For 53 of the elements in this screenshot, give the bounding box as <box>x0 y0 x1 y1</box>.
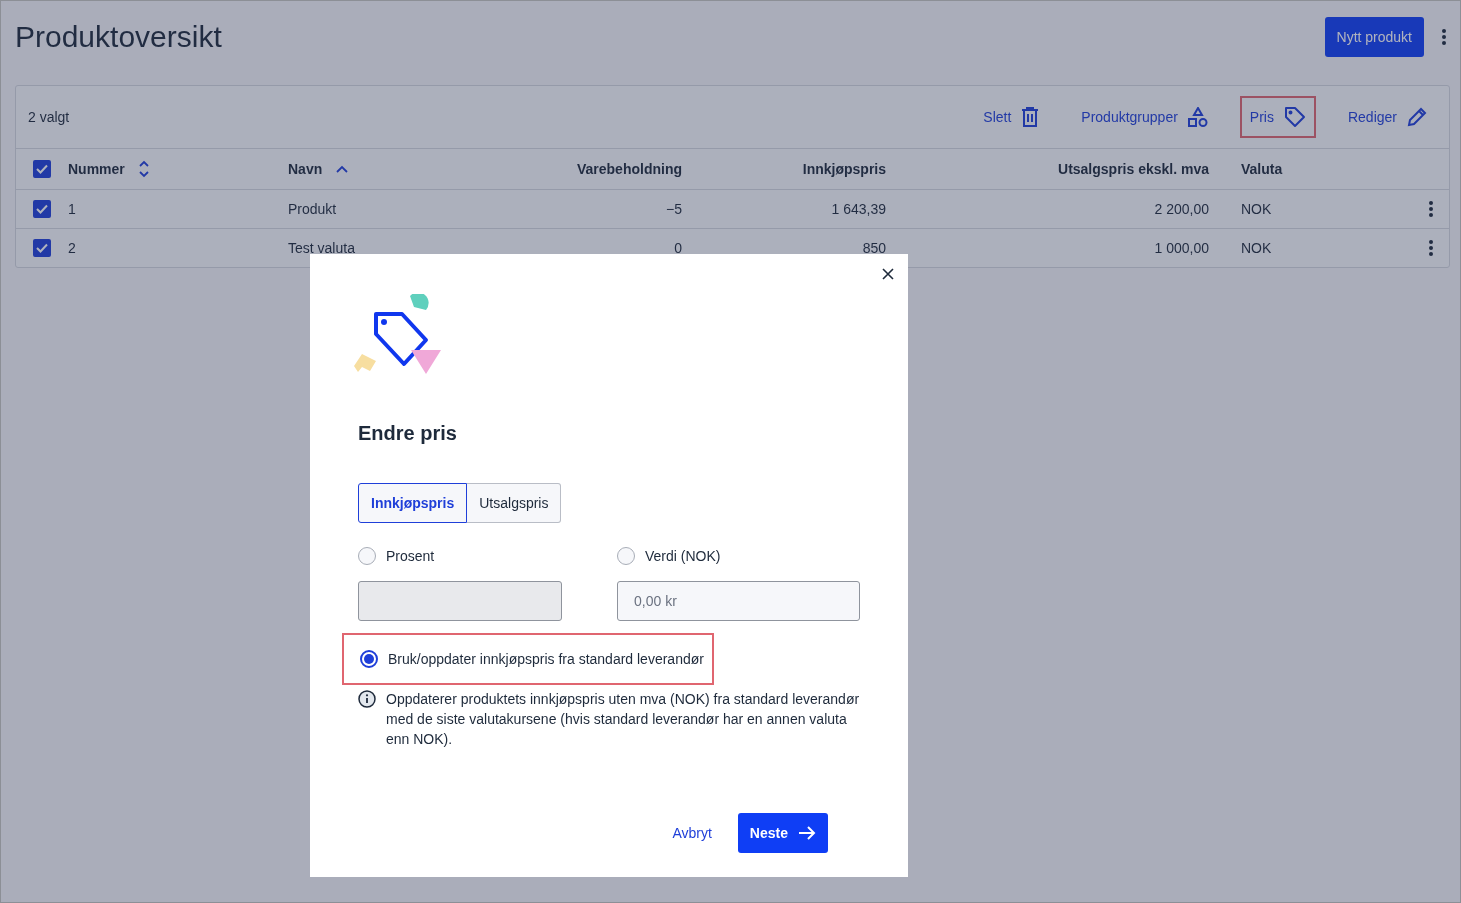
input-field[interactable]: 0,00 kr <box>617 581 860 621</box>
table-cell: 1 <box>68 202 76 216</box>
column-header: Utsalgspris ekskl. mva <box>1058 161 1209 177</box>
table-cell: 2 <box>68 241 76 255</box>
table-cell: NOK <box>1241 202 1272 216</box>
page-title: Produktoversikt <box>15 20 223 54</box>
table-cell: 2 200,00 <box>1154 202 1209 216</box>
next-button[interactable]: Neste <box>737 813 828 853</box>
toolbar-action[interactable]: Pris <box>1239 96 1316 138</box>
toolbar-action[interactable]: Rediger <box>1337 97 1437 137</box>
table-cell: 850 <box>862 241 886 255</box>
table-cell: Produkt <box>288 202 337 216</box>
column-header: Innkjøpspris <box>802 161 886 177</box>
sort-ascending-icon[interactable] <box>336 165 349 173</box>
pencil-icon <box>1407 107 1427 127</box>
new-product-button[interactable]: Nytt produkt <box>1324 17 1424 57</box>
table-cell: NOK <box>1241 241 1272 255</box>
table-cell: Test valuta <box>288 241 355 255</box>
radio-button[interactable] <box>360 650 378 668</box>
table-cell: −5 <box>666 202 682 216</box>
toolbar-action[interactable]: Produktgrupper <box>1071 96 1218 138</box>
sort-icon[interactable] <box>138 160 149 178</box>
info-text: Oppdaterer produktets innkjøpspris uten mva (NOK) fra standard leverandør med de siste valutakursene (hvis standard leverandør har en annen valuta enn NOK). <box>386 690 860 749</box>
radio-option[interactable]: Verdi (NOK) <box>617 547 860 565</box>
more-icon[interactable] <box>1442 29 1446 45</box>
arrow-right-icon <box>798 826 816 840</box>
table-cell: 1 643,39 <box>831 202 886 216</box>
tag-icon <box>1283 106 1306 128</box>
column-header: Nummer <box>68 161 125 177</box>
table-cell: 1 000,00 <box>1154 241 1209 255</box>
segment-tab[interactable]: Utsalgspris <box>467 483 562 523</box>
toolbar-action[interactable]: Slett <box>973 97 1050 137</box>
radio-button[interactable] <box>617 547 635 565</box>
table-cell: 0 <box>674 241 682 255</box>
segment-tab[interactable]: Innkjøpspris <box>358 483 468 523</box>
dialog-title: Endre pris <box>358 422 458 445</box>
shapes-icon <box>1187 106 1208 128</box>
radio-option[interactable]: Bruk/oppdater innkjøpspris fra standard leverandør <box>342 633 714 685</box>
info-icon <box>358 690 376 708</box>
column-header: Valuta <box>1241 161 1283 177</box>
checkbox[interactable] <box>33 200 51 218</box>
more-icon[interactable] <box>1429 201 1433 217</box>
radio-option[interactable]: Prosent <box>358 547 562 565</box>
checkbox[interactable] <box>33 239 51 257</box>
more-icon[interactable] <box>1429 240 1433 256</box>
cancel-link[interactable]: Avbryt <box>666 824 718 842</box>
close-icon[interactable] <box>880 266 896 282</box>
column-header: Varebeholdning <box>577 161 682 177</box>
checkbox[interactable] <box>33 160 51 178</box>
selection-count: 2 valgt <box>28 109 71 125</box>
trash-icon <box>1021 107 1040 127</box>
column-header: Navn <box>288 161 323 177</box>
radio-button[interactable] <box>358 547 376 565</box>
